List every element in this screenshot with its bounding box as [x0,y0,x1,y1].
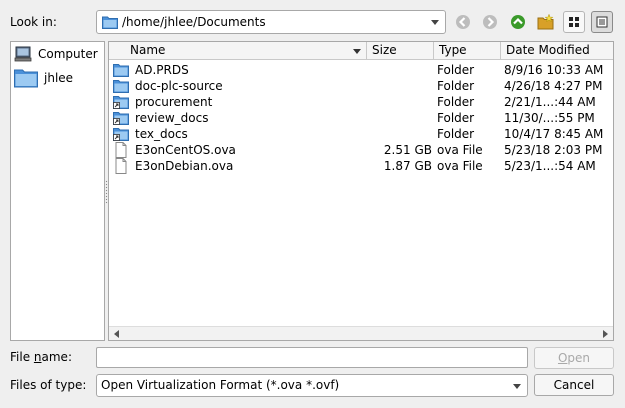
file-type-cell: ova File [437,159,483,173]
cancel-button[interactable]: Cancel [534,374,614,396]
folder-icon [14,69,38,88]
file-name-cell: E3onDebian.ova [113,158,363,174]
look-in-combo[interactable]: /home/jhlee/Documents [96,10,446,34]
sidebar-item-jhlee[interactable]: jhlee [14,68,73,88]
horizontal-scrollbar[interactable] [109,326,613,340]
table-row[interactable]: AD.PRDS Folder 8/9/16 10:33 AM [109,62,613,78]
arrow-left-icon [456,15,470,29]
file-name-text: E3onCentOS.ova [135,143,236,157]
column-header-date-modified[interactable]: Date Modified [501,42,613,60]
file-date-cell: 2/21/1...:44 AM [504,95,596,109]
file-type-cell: ova File [437,143,483,157]
file-name-cell: review_docs [113,110,363,126]
file-type-cell: Folder [437,79,475,93]
column-header-name[interactable]: Name [109,42,367,60]
folder-icon [102,16,118,29]
column-header-size[interactable]: Size [367,42,434,60]
folder-symlink-icon [113,128,129,141]
file-name-input[interactable] [96,347,528,368]
list-view-icon [596,16,608,28]
file-date-cell: 4/26/18 4:27 PM [504,79,603,93]
file-name-cell: E3onCentOS.ova [113,142,363,158]
file-name-text: procurement [135,95,213,109]
sidebar-item-label: jhlee [44,71,74,85]
file-name-cell: AD.PRDS [113,62,363,78]
file-type-cell: Folder [437,95,475,109]
grid-view-icon [569,17,579,27]
label-part: File [10,350,34,364]
sidebar-item-computer[interactable]: Computer [14,46,98,62]
file-name-text: E3onDebian.ova [135,159,234,173]
chevron-down-icon [513,384,521,389]
file-name-text: AD.PRDS [135,63,189,77]
arrow-up-icon [511,15,525,29]
column-header-label: Date Modified [506,43,590,57]
scroll-right-icon[interactable] [603,330,608,338]
table-row[interactable]: E3onDebian.ova 1.87 GB ova File 5/23/1...:5… [109,158,613,174]
file-date-cell: 5/23/18 2:03 PM [504,143,603,157]
file-type-cell: Folder [437,127,475,141]
file-list-header: Name Size Type Date Modified [109,42,613,60]
file-name-cell: procurement [113,94,363,110]
column-header-label: Type [439,43,467,57]
sidebar-item-label: Computer [38,47,98,61]
scroll-left-icon[interactable] [114,330,119,338]
file-type-cell: Folder [437,111,475,125]
sort-descending-icon [353,49,361,54]
open-button[interactable]: Open [534,347,614,369]
table-row[interactable]: tex_docs Folder 10/4/17 8:45 AM [109,126,613,142]
file-type-cell: Folder [437,63,475,77]
computer-icon [14,46,32,62]
new-folder-icon [537,14,554,30]
button-label: pen [567,351,591,365]
file-name-text: doc-plc-source [135,79,223,93]
file-size-cell: 1.87 GB [383,159,432,173]
table-row[interactable]: E3onCentOS.ova 2.51 GB ova File 5/23/18 2:0… [109,142,613,158]
label-part: ame: [41,350,72,364]
folder-icon [113,80,129,93]
folder-symlink-icon [113,96,129,109]
file-icon [115,158,127,174]
table-row[interactable]: procurement Folder 2/21/1...:44 AM [109,94,613,110]
file-name-label: File name: [10,349,72,365]
back-button[interactable] [452,11,474,33]
file-icon [115,142,127,158]
table-row[interactable]: review_docs Folder 11/30/...:55 PM [109,110,613,126]
chevron-down-icon [431,20,439,25]
file-date-cell: 8/9/16 10:33 AM [504,63,604,77]
file-date-cell: 10/4/17 8:45 AM [504,127,604,141]
places-sidebar[interactable]: Computer jhlee [10,41,105,341]
file-name-cell: doc-plc-source [113,78,363,94]
file-type-combo[interactable]: Open Virtualization Format (*.ova *.ovf) [96,374,528,397]
mnemonic-char: n [33,350,42,364]
file-list[interactable]: Name Size Type Date Modified AD.PRDS Fold… [108,41,614,341]
new-folder-button[interactable] [535,11,557,33]
file-name-cell: tex_docs [113,126,363,142]
forward-button[interactable] [479,11,501,33]
file-name-text: review_docs [135,111,209,125]
parent-directory-button[interactable] [507,11,529,33]
look-in-label: Look in: [10,15,57,29]
folder-symlink-icon [113,112,129,125]
folder-icon [113,64,129,77]
file-size-cell: 2.51 GB [383,143,432,157]
files-of-type-label: Files of type: [10,378,87,392]
column-header-type[interactable]: Type [434,42,501,60]
file-date-cell: 5/23/1...:54 AM [504,159,596,173]
icon-view-button[interactable] [563,11,585,33]
column-header-label: Size [372,43,397,57]
file-date-cell: 11/30/...:55 PM [504,111,595,125]
mnemonic-char: O [557,351,568,365]
column-header-label: Name [130,43,166,57]
table-row[interactable]: doc-plc-source Folder 4/26/18 4:27 PM [109,78,613,94]
file-name-text: tex_docs [135,127,188,141]
look-in-path: /home/jhlee/Documents [122,15,266,29]
arrow-right-icon [483,15,497,29]
file-type-selected: Open Virtualization Format (*.ova *.ovf) [101,378,340,392]
detail-view-button[interactable] [591,11,613,33]
